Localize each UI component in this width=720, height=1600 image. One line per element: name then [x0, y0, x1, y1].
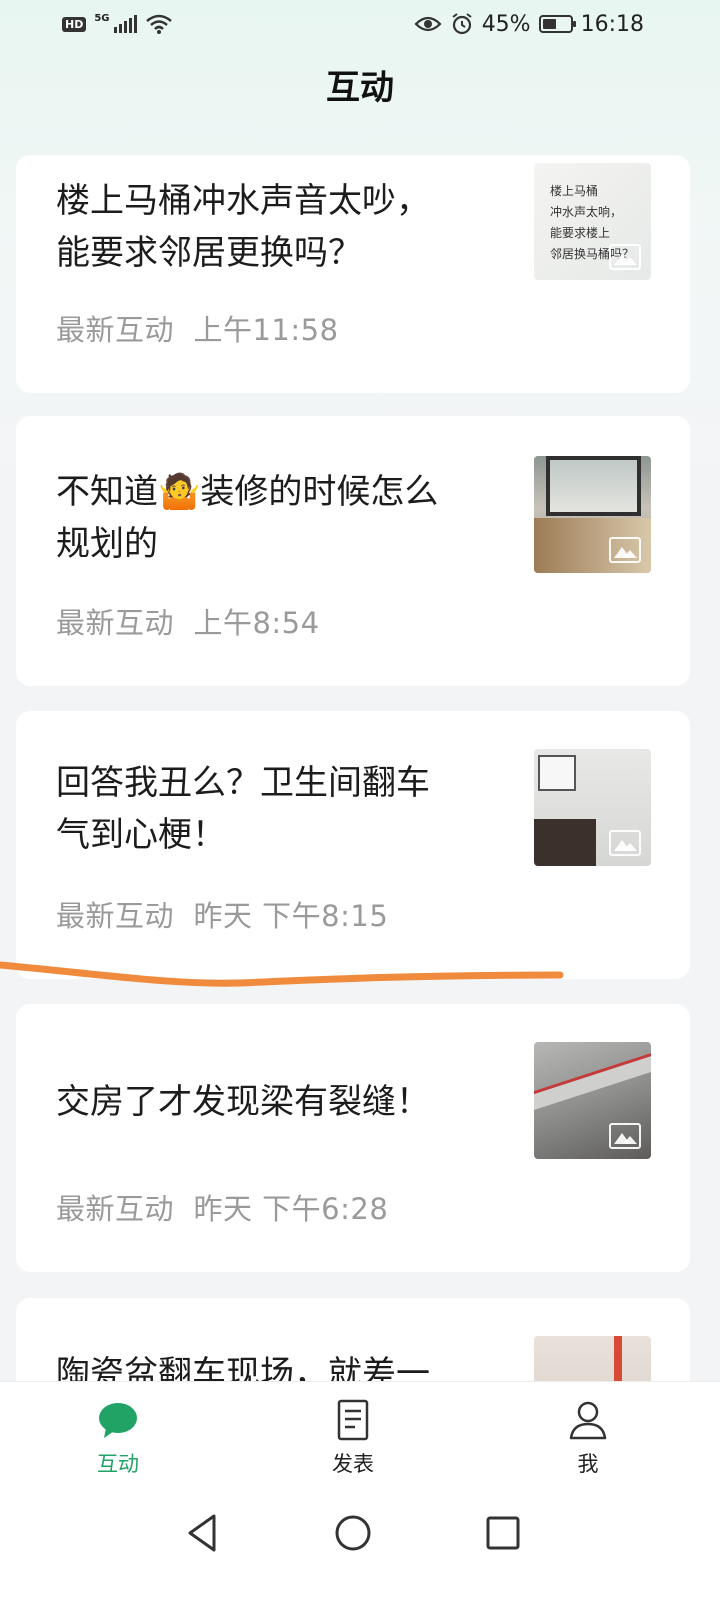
- post-meta: 最新互动 昨天 下午6:28: [56, 1186, 388, 1228]
- post-time: 上午8:54: [193, 606, 320, 640]
- status-left: HD 5G: [62, 13, 173, 35]
- post-card[interactable]: 回答我丑么？卫生间翻车 气到心梗！ 最新互动 昨天 下午8:15: [16, 711, 690, 979]
- post-title-line: 不知道🤷装修的时候怎么: [56, 472, 439, 512]
- post-card[interactable]: 交房了才发现梁有裂缝！ 最新互动 昨天 下午6:28: [16, 1004, 690, 1272]
- post-card[interactable]: 陶瓷盆翻车现场，就差一: [16, 1298, 690, 1381]
- post-meta: 最新互动 上午8:54: [56, 600, 320, 642]
- post-title-line: 气到心梗！: [56, 815, 226, 855]
- post-time: 上午11:58: [193, 313, 339, 347]
- post-thumbnail[interactable]: 楼上马桶 冲水声太响， 能要求楼上 邻居换马桶吗？: [534, 163, 651, 280]
- post-card[interactable]: 楼上马桶冲水声音太吵， 能要求邻居更换吗？ 最新互动 上午11:58 楼上马桶 …: [16, 155, 690, 393]
- latest-activity-label: 最新互动: [56, 1192, 175, 1226]
- pipe-graphic: [614, 1336, 622, 1381]
- status-bar: HD 5G 45% 16:18: [0, 0, 720, 48]
- post-title: 不知道🤷装修的时候怎么 规划的: [56, 466, 506, 570]
- post-title: 交房了才发现梁有裂缝！: [56, 1076, 506, 1128]
- post-thumbnail[interactable]: [534, 456, 651, 573]
- post-title-line: 能要求邻居更换吗？: [56, 233, 362, 273]
- post-thumbnail[interactable]: [534, 749, 651, 866]
- home-icon[interactable]: [330, 1510, 376, 1556]
- person-icon: [569, 1401, 607, 1440]
- latest-activity-label: 最新互动: [56, 313, 175, 347]
- back-icon[interactable]: [180, 1510, 226, 1556]
- image-icon: [609, 537, 641, 563]
- nav-label: 发表: [332, 1452, 374, 1476]
- post-title-line: 规划的: [56, 524, 158, 564]
- page-title: 互动: [326, 68, 394, 108]
- status-right: 45% 16:18: [414, 12, 644, 37]
- post-meta: 最新互动 昨天 下午8:15: [56, 893, 388, 935]
- system-nav-bar: [0, 1488, 720, 1600]
- bottom-nav: 互动 发表 我: [0, 1381, 720, 1488]
- wifi-icon: [145, 14, 172, 34]
- post-title-line: 交房了才发现梁有裂缝！: [56, 1082, 430, 1122]
- nav-tab-post[interactable]: 发表: [293, 1398, 413, 1478]
- image-icon: [609, 244, 641, 270]
- chat-bubble-icon: [99, 1403, 137, 1438]
- battery-percent: 45%: [481, 11, 531, 37]
- window-graphic: [546, 456, 641, 516]
- eye-icon: [414, 16, 442, 32]
- signal-icon: [113, 15, 137, 33]
- nav-label: 我: [577, 1452, 599, 1476]
- clock: 16:18: [580, 11, 644, 37]
- network-type: 5G: [94, 12, 110, 24]
- post-time: 昨天 下午8:15: [193, 899, 389, 933]
- post-time: 昨天 下午6:28: [193, 1192, 389, 1226]
- post-title: 楼上马桶冲水声音太吵， 能要求邻居更换吗？: [56, 175, 506, 279]
- post-thumbnail[interactable]: [534, 1336, 651, 1381]
- cabinet-graphic: [534, 819, 596, 866]
- latest-activity-label: 最新互动: [56, 606, 175, 640]
- post-title-line: 回答我丑么？卫生间翻车: [56, 763, 430, 803]
- document-icon: [337, 1399, 369, 1441]
- alarm-icon: [452, 13, 472, 35]
- hd-icon: HD: [62, 16, 87, 32]
- recents-icon[interactable]: [480, 1510, 526, 1556]
- post-title: 回答我丑么？卫生间翻车 气到心梗！: [56, 757, 506, 861]
- battery-icon: [538, 15, 576, 33]
- image-icon: [609, 1123, 641, 1149]
- post-meta: 最新互动 上午11:58: [56, 307, 339, 349]
- post-card[interactable]: 不知道🤷装修的时候怎么 规划的 最新互动 上午8:54: [16, 416, 690, 686]
- post-title-line: 楼上马桶冲水声音太吵，: [56, 181, 430, 221]
- post-feed[interactable]: 楼上马桶冲水声音太吵， 能要求邻居更换吗？ 最新互动 上午11:58 楼上马桶 …: [0, 155, 720, 1381]
- nav-tab-interact[interactable]: 互动: [58, 1398, 178, 1478]
- beam-graphic: [534, 1050, 651, 1112]
- latest-activity-label: 最新互动: [56, 899, 175, 933]
- post-title-line: 陶瓷盆翻车现场，就差一: [56, 1354, 430, 1381]
- mirror-graphic: [538, 755, 576, 791]
- post-thumbnail[interactable]: [534, 1042, 651, 1159]
- nav-tab-me[interactable]: 我: [528, 1398, 648, 1478]
- nav-label: 互动: [97, 1452, 139, 1476]
- image-icon: [609, 830, 641, 856]
- post-title: 陶瓷盆翻车现场，就差一: [56, 1348, 506, 1381]
